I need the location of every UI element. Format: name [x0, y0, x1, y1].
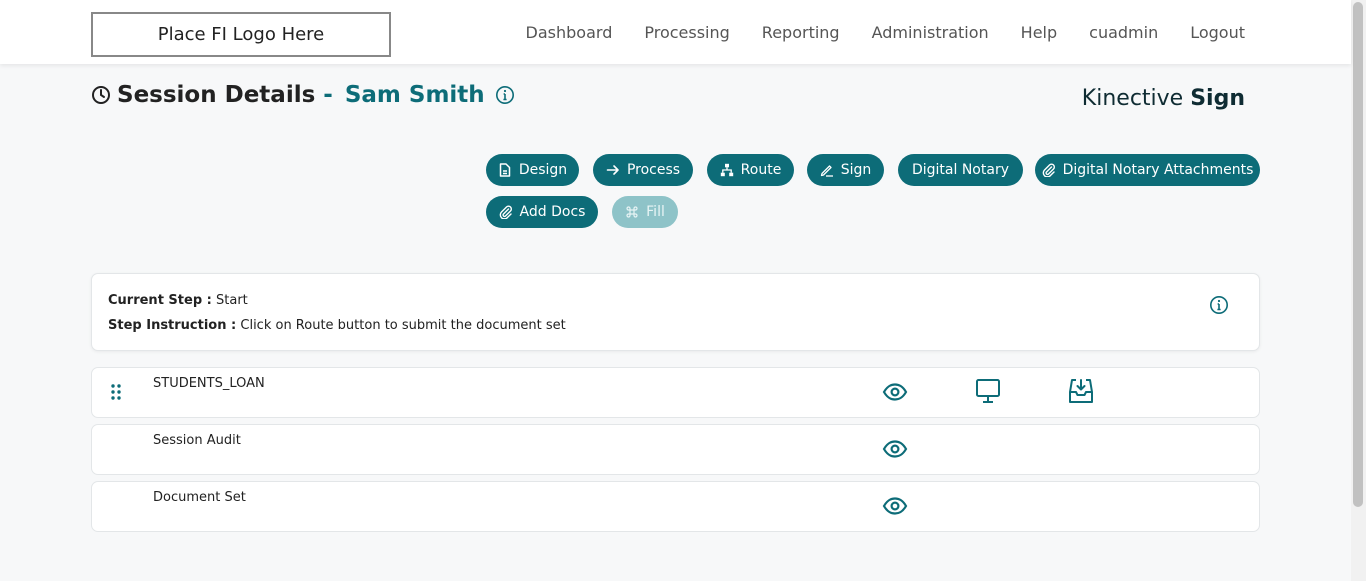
nav-processing[interactable]: Processing [644, 23, 729, 42]
list-item: Session Audit [91, 424, 1260, 475]
step-info-card: Current Step : Start Step Instruction : … [91, 273, 1260, 351]
nav-logout[interactable]: Logout [1190, 23, 1245, 42]
design-label: Design [518, 162, 568, 178]
eye-icon[interactable] [882, 379, 908, 405]
nav-reporting[interactable]: Reporting [762, 23, 840, 42]
page-scrollbar[interactable] [1351, 0, 1366, 581]
digital-notary-label: Digital Notary [911, 162, 1009, 178]
digital-notary-attachments-label: Digital Notary Attachments [1062, 162, 1254, 178]
inbox-download-icon[interactable] [1068, 378, 1094, 404]
process-button[interactable]: Process [593, 154, 693, 186]
current-step-label: Current Step : [108, 293, 212, 308]
add-docs-label: Add Docs [519, 204, 586, 220]
logo-placeholder[interactable]: Place FI Logo Here [91, 12, 391, 57]
step-instruction-value: Click on Route button to submit the docu… [240, 318, 566, 333]
hierarchy-icon [720, 163, 733, 177]
document-name: Document Set [153, 490, 246, 505]
list-item: Document Set [91, 481, 1260, 532]
nav-administration[interactable]: Administration [872, 23, 989, 42]
document-name: Session Audit [153, 433, 241, 448]
page-title: Session Details [117, 82, 316, 108]
current-step-value: Start [216, 293, 248, 308]
brand-bold: Sign [1190, 86, 1245, 111]
document-icon [499, 163, 511, 177]
digital-notary-attachments-button[interactable]: Digital Notary Attachments [1035, 154, 1260, 186]
nav-user-menu[interactable]: cuadmin [1089, 23, 1158, 42]
list-item: STUDENTS_LOAN [91, 367, 1260, 418]
info-icon[interactable] [495, 85, 515, 105]
title-separator: - [323, 82, 333, 108]
digital-notary-button[interactable]: Digital Notary [898, 154, 1023, 186]
command-icon [626, 206, 638, 218]
page-title-row: Session Details - Sam Smith [91, 82, 515, 108]
main-nav: Dashboard Processing Reporting Administr… [494, 0, 1245, 64]
top-navbar: Place FI Logo Here Dashboard Processing … [0, 0, 1351, 64]
document-name: STUDENTS_LOAN [153, 376, 265, 391]
process-label: Process [626, 162, 681, 178]
sign-button[interactable]: Sign [807, 154, 884, 186]
eye-icon[interactable] [882, 493, 908, 519]
fill-button: Fill [612, 196, 678, 228]
route-label: Route [740, 162, 782, 178]
step-instruction: Step Instruction : Click on Route button… [108, 318, 566, 333]
step-instruction-label: Step Instruction : [108, 318, 237, 333]
clock-icon [92, 86, 110, 104]
paperclip-icon [1042, 163, 1055, 177]
drag-handle-icon[interactable] [110, 383, 122, 401]
info-icon[interactable] [1209, 295, 1229, 315]
nav-dashboard[interactable]: Dashboard [526, 23, 613, 42]
add-docs-button[interactable]: Add Docs [486, 196, 598, 228]
paperclip-icon [499, 205, 512, 219]
scrollbar-thumb[interactable] [1353, 2, 1363, 507]
current-step: Current Step : Start [108, 293, 248, 308]
pen-icon [820, 165, 833, 177]
sign-label: Sign [840, 162, 872, 178]
arrow-right-icon [606, 165, 619, 175]
design-button[interactable]: Design [486, 154, 579, 186]
nav-help[interactable]: Help [1021, 23, 1057, 42]
customer-name: Sam Smith [344, 82, 485, 108]
route-button[interactable]: Route [707, 154, 794, 186]
monitor-icon[interactable] [975, 378, 1001, 404]
brand-logo: Kinective Sign [1082, 86, 1245, 111]
brand-light: Kinective [1081, 86, 1184, 111]
eye-icon[interactable] [882, 436, 908, 462]
logo-text: Place FI Logo Here [157, 24, 325, 45]
fill-label: Fill [646, 204, 665, 220]
